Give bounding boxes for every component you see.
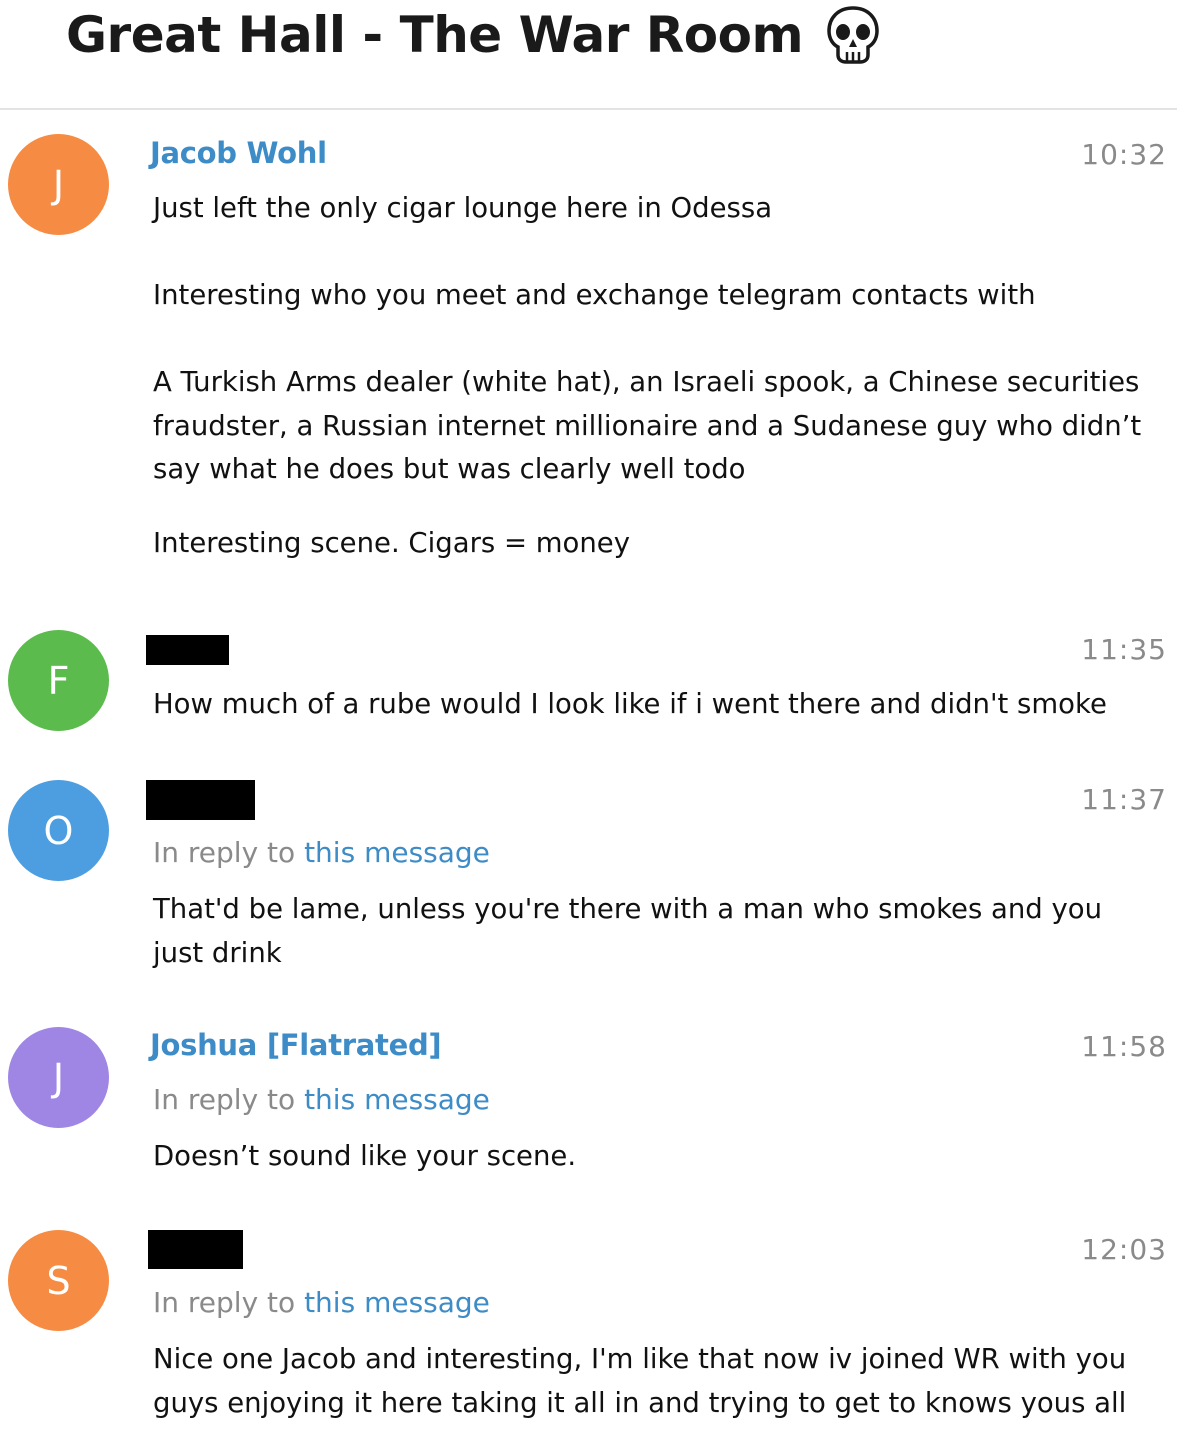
chat-title: Great Hall - The War Room — [66, 4, 881, 66]
message-line: Interesting who you meet and exchange te… — [153, 279, 1036, 311]
message-text: That'd be lame, unless you're there with… — [153, 888, 1173, 975]
message-text: Just left the only cigar lounge here in … — [153, 187, 1173, 565]
reply-indicator: In reply to this message — [153, 1083, 490, 1116]
reply-link[interactable]: this message — [304, 836, 490, 869]
message-line: Nice one Jacob and interesting, I'm like… — [153, 1343, 1127, 1375]
avatar[interactable]: O — [8, 780, 109, 881]
reply-indicator: In reply to this message — [153, 1286, 490, 1319]
reply-prefix: In reply to — [153, 1083, 296, 1116]
message-line: just drink — [153, 936, 282, 969]
message-line: Interesting scene. Cigars = money — [153, 526, 630, 559]
message-time: 11:35 — [1081, 633, 1167, 666]
redacted-sender-name — [146, 780, 255, 820]
avatar[interactable]: J — [8, 134, 109, 235]
reply-indicator: In reply to this message — [153, 836, 490, 869]
message-line: say what he does but was clearly well to… — [153, 453, 746, 485]
reply-link[interactable]: this message — [304, 1286, 490, 1319]
redacted-sender-name — [148, 1230, 243, 1269]
skull-icon — [827, 6, 879, 64]
reply-link[interactable]: this message — [304, 1083, 490, 1116]
message-line: fraudster, a Russian internet millionair… — [153, 409, 1142, 442]
sender-name[interactable]: Joshua [Flatrated] — [150, 1028, 442, 1062]
message-line: guys enjoying it here taking it all in a… — [153, 1386, 1127, 1419]
message-line: How much of a rube would I look like if … — [153, 688, 1107, 720]
message-line: A Turkish Arms dealer (white hat), an Is… — [153, 366, 1140, 398]
message-time: 11:58 — [1081, 1030, 1167, 1063]
reply-prefix: In reply to — [153, 1286, 296, 1319]
message-text: Doesn’t sound like your scene. — [153, 1135, 1173, 1179]
message-line: That'd be lame, unless you're there with… — [153, 893, 1103, 925]
avatar[interactable]: S — [8, 1230, 109, 1331]
message-time: 10:32 — [1081, 138, 1167, 171]
message-time: 12:03 — [1081, 1233, 1167, 1266]
message-line: Just left the only cigar lounge here in … — [153, 192, 773, 224]
redacted-sender-name — [146, 635, 229, 665]
reply-prefix: In reply to — [153, 836, 296, 869]
chat-title-text: Great Hall - The War Room — [66, 6, 804, 64]
chat-header: Great Hall - The War Room — [0, 0, 1177, 110]
message-line: Doesn’t sound like your scene. — [153, 1140, 577, 1172]
message-text: Nice one Jacob and interesting, I'm like… — [153, 1338, 1173, 1425]
sender-name[interactable]: Jacob Wohl — [150, 136, 327, 170]
message-time: 11:37 — [1081, 783, 1167, 816]
message-text: How much of a rube would I look like if … — [153, 683, 1173, 727]
avatar[interactable]: J — [8, 1027, 109, 1128]
avatar[interactable]: F — [8, 630, 109, 731]
